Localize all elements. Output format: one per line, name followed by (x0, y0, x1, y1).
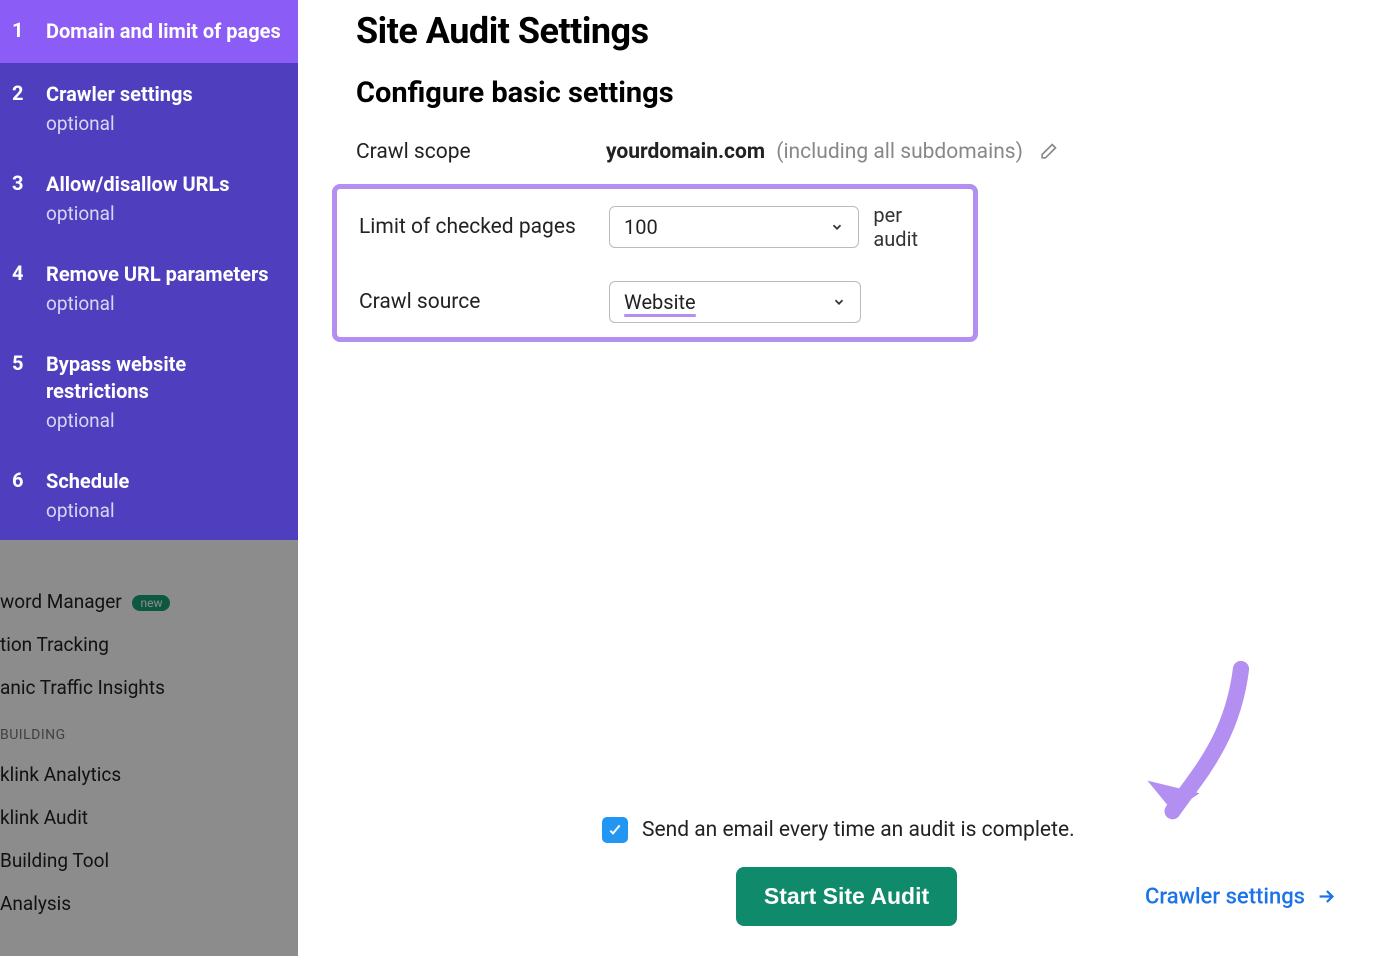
crawl-source-value: Website (624, 290, 696, 314)
crawl-scope-row: Crawl scope yourdomain.com (including al… (356, 140, 1337, 164)
crawl-source-label: Crawl source (359, 290, 609, 314)
step-number: 2 (12, 81, 46, 135)
step-number: 3 (12, 171, 46, 225)
limit-pages-dropdown[interactable]: 100 (609, 206, 859, 248)
step-optional: optional (46, 499, 284, 522)
crawler-settings-link[interactable]: Crawler settings (1145, 884, 1337, 909)
chevron-down-icon (830, 220, 844, 234)
step-title: Allow/disallow URLs (46, 171, 284, 198)
wizard-step-domain-limit[interactable]: 1 Domain and limit of pages (0, 0, 298, 63)
step-title: Remove URL parameters (46, 261, 284, 288)
step-number: 1 (12, 18, 46, 45)
step-title: Schedule (46, 468, 284, 495)
step-optional: optional (46, 409, 284, 432)
crawl-source-dropdown[interactable]: Website (609, 281, 861, 323)
footer-actions: Send an email every time an audit is com… (356, 817, 1337, 926)
new-badge: new (132, 595, 170, 611)
chevron-down-icon (832, 295, 846, 309)
wizard-step-remove-url-parameters[interactable]: 4 Remove URL parameters optional (0, 243, 298, 333)
bg-nav-item: Building Tool (0, 839, 298, 882)
step-optional: optional (46, 112, 284, 135)
wizard-step-bypass-restrictions[interactable]: 5 Bypass website restrictions optional (0, 333, 298, 450)
bg-nav-item: word Manager new (0, 580, 298, 623)
bg-nav-item: klink Analytics (0, 753, 298, 796)
next-link-label: Crawler settings (1145, 884, 1305, 909)
email-notify-label: Send an email every time an audit is com… (642, 818, 1075, 842)
step-optional: optional (46, 292, 284, 315)
limit-pages-row: Limit of checked pages 100 per audit (359, 203, 951, 251)
bg-nav-item: klink Audit (0, 796, 298, 839)
limit-pages-label: Limit of checked pages (359, 215, 609, 239)
bg-nav-section: BUILDING (0, 727, 298, 743)
wizard-step-allow-disallow-urls[interactable]: 3 Allow/disallow URLs optional (0, 153, 298, 243)
bg-nav-item: tion Tracking (0, 623, 298, 666)
step-number: 6 (12, 468, 46, 522)
bg-nav-item: Analysis (0, 882, 298, 925)
start-site-audit-button[interactable]: Start Site Audit (736, 867, 957, 926)
bg-nav-item: anic Traffic Insights (0, 666, 298, 709)
limit-pages-suffix: per audit (873, 203, 951, 251)
crawl-scope-domain: yourdomain.com (606, 140, 765, 164)
limit-pages-value: 100 (624, 215, 658, 239)
highlighted-settings: Limit of checked pages 100 per audit Cra… (332, 184, 978, 342)
step-number: 4 (12, 261, 46, 315)
wizard-step-crawler-settings[interactable]: 2 Crawler settings optional (0, 63, 298, 153)
step-title: Bypass website restrictions (46, 351, 284, 405)
crawl-scope-value: yourdomain.com (including all subdomains… (606, 140, 1058, 164)
section-title: Configure basic settings (356, 76, 1337, 110)
email-notify-checkbox[interactable] (602, 817, 628, 843)
crawl-source-row: Crawl source Website (359, 281, 951, 323)
edit-icon[interactable] (1038, 142, 1058, 162)
annotation-arrow-icon (1126, 660, 1266, 840)
bg-nav-label: word Manager (0, 590, 122, 613)
email-notify-row: Send an email every time an audit is com… (602, 817, 1337, 843)
wizard-steps: 1 Domain and limit of pages 2 Crawler se… (0, 0, 298, 540)
wizard-sidebar: word Manager new tion Tracking anic Traf… (0, 0, 298, 956)
crawl-scope-label: Crawl scope (356, 140, 606, 164)
step-number: 5 (12, 351, 46, 432)
wizard-step-schedule[interactable]: 6 Schedule optional (0, 450, 298, 540)
page-title: Site Audit Settings (356, 10, 1337, 52)
step-optional: optional (46, 202, 284, 225)
main-content: Site Audit Settings Configure basic sett… (298, 0, 1395, 956)
step-title: Crawler settings (46, 81, 284, 108)
crawl-scope-suffix: (including all subdomains) (776, 140, 1023, 164)
step-title: Domain and limit of pages (46, 18, 284, 45)
